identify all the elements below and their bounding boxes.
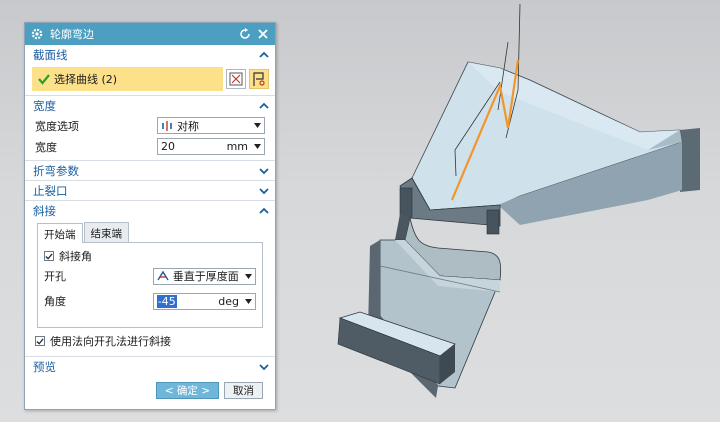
angle-unit: deg xyxy=(218,294,239,308)
width-value-label: 宽度 xyxy=(35,140,57,154)
bend-params-label: 折弯参数 xyxy=(33,163,79,178)
hole-label: 开孔 xyxy=(44,270,66,283)
miter-header[interactable]: 斜接 xyxy=(25,200,275,220)
width-section-header[interactable]: 宽度 xyxy=(25,95,275,115)
width-option-select[interactable]: 对称 xyxy=(157,117,265,134)
miter-label: 斜接 xyxy=(33,203,56,218)
select-curve-field[interactable]: 选择曲线 (2) xyxy=(32,67,223,91)
preview-header[interactable]: 预览 xyxy=(25,356,275,376)
hole-value: 垂直于厚度面 xyxy=(172,270,239,283)
use-normal-checkbox[interactable] xyxy=(35,336,45,346)
angle-input[interactable]: -45 deg xyxy=(152,292,256,310)
miter-angle-label: 斜接角 xyxy=(59,250,92,263)
flag-button[interactable] xyxy=(249,69,269,89)
relief-label: 止裂口 xyxy=(33,183,68,198)
contour-flange-dialog: 轮廓弯边 截面线 选择曲线 (2) 宽度 宽度选项 对称 宽度 20 mm 折弯… xyxy=(24,22,276,410)
flag-icon xyxy=(253,72,265,86)
chevron-up-icon xyxy=(259,51,269,58)
hole-select[interactable]: 垂直于厚度面 xyxy=(152,267,256,285)
miter-tabs: 开始端 结束端 xyxy=(37,222,275,243)
dialog-titlebar: 轮廓弯边 xyxy=(25,23,275,45)
chevron-down-icon xyxy=(259,187,269,194)
section-curve-header[interactable]: 截面线 xyxy=(25,45,275,65)
dialog-title: 轮廓弯边 xyxy=(50,28,94,41)
width-value-text: 20 xyxy=(161,140,175,153)
select-curve-row: 选择曲线 (2) xyxy=(32,67,269,91)
miter-angle-checkbox[interactable] xyxy=(44,251,54,261)
select-curve-label: 选择曲线 (2) xyxy=(54,73,118,86)
chevron-down-icon xyxy=(259,167,269,174)
width-section-label: 宽度 xyxy=(33,98,56,113)
angle-value: -45 xyxy=(156,294,177,308)
miter-angle-row: 斜接角 xyxy=(44,247,256,265)
hole-icon xyxy=(157,270,169,281)
width-option-row: 宽度选项 对称 xyxy=(25,115,275,136)
width-option-label: 宽度选项 xyxy=(35,119,79,133)
chevron-up-icon xyxy=(259,207,269,214)
checkmark-icon xyxy=(45,252,53,260)
tab-start[interactable]: 开始端 xyxy=(37,223,83,243)
width-value-row: 宽度 20 mm xyxy=(25,136,275,157)
section-curve-label: 截面线 xyxy=(33,48,68,62)
gear-icon[interactable] xyxy=(30,27,44,41)
angle-label: 角度 xyxy=(44,295,66,308)
hole-row: 开孔 垂直于厚度面 xyxy=(44,265,256,287)
curve-select-button[interactable] xyxy=(226,69,246,89)
cancel-button[interactable]: 取消 xyxy=(224,382,263,399)
check-icon xyxy=(38,74,50,85)
ok-button[interactable]: < 确定 > xyxy=(155,382,219,399)
width-unit: mm xyxy=(226,140,248,153)
use-normal-label: 使用法向开孔法进行斜接 xyxy=(50,335,171,348)
tab-end[interactable]: 结束端 xyxy=(83,222,129,242)
dialog-footer: < 确定 > 取消 xyxy=(151,382,263,399)
preview-label: 预览 xyxy=(33,359,56,374)
bend-params-header[interactable]: 折弯参数 xyxy=(25,160,275,180)
width-option-value: 对称 xyxy=(177,119,199,133)
curve-select-icon xyxy=(229,72,243,86)
dropdown-arrow-icon xyxy=(254,144,261,149)
chevron-up-icon xyxy=(259,102,269,109)
close-icon[interactable] xyxy=(256,27,270,41)
dropdown-arrow-icon xyxy=(254,123,261,128)
relief-header[interactable]: 止裂口 xyxy=(25,180,275,200)
use-normal-row: 使用法向开孔法进行斜接 xyxy=(25,332,275,350)
dropdown-arrow-icon xyxy=(245,298,252,304)
symmetric-icon xyxy=(162,120,172,131)
angle-row: 角度 -45 deg xyxy=(44,290,256,312)
miter-tab-panel: 斜接角 开孔 垂直于厚度面 角度 -45 deg xyxy=(37,242,263,328)
width-value-input[interactable]: 20 mm xyxy=(157,138,265,155)
reset-icon[interactable] xyxy=(238,27,252,41)
chevron-down-icon xyxy=(259,363,269,370)
checkmark-icon xyxy=(36,337,44,345)
dropdown-arrow-icon xyxy=(245,273,252,279)
